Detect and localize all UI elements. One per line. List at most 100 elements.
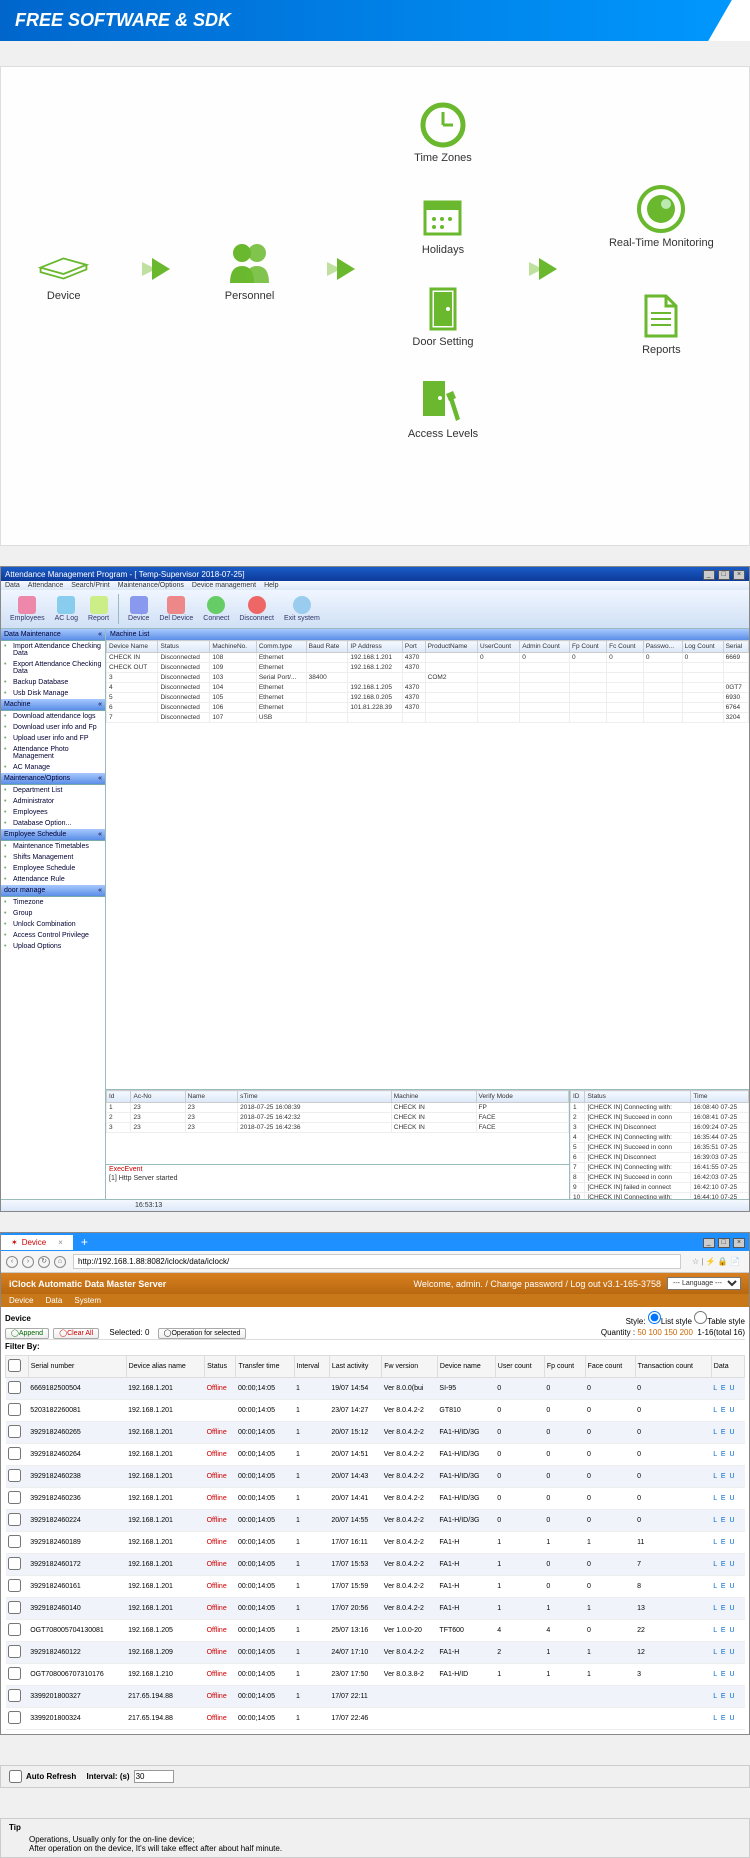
table-row[interactable]: OGT708006707310176192.168.1.210Offline00…: [6, 1664, 745, 1686]
sidebar-section-header[interactable]: door manage«: [1, 885, 105, 897]
column-header[interactable]: Admin Count: [520, 641, 570, 653]
table-row[interactable]: 5Disconnected105Ethernet192.168.0.205437…: [107, 693, 749, 703]
table-style-radio[interactable]: [694, 1311, 707, 1324]
column-header[interactable]: Name: [185, 1091, 238, 1103]
clear-button[interactable]: ◯Clear All: [53, 1328, 99, 1339]
table-row[interactable]: 6[CHECK IN] Disconnect16:39:03 07-25: [571, 1153, 749, 1163]
menu-item[interactable]: Maintenance/Options: [118, 582, 184, 589]
table-row[interactable]: 3929182460265192.168.1.201Offline00:00;1…: [6, 1422, 745, 1444]
column-header[interactable]: Verify Mode: [476, 1091, 568, 1103]
sidebar-item[interactable]: Database Option...: [1, 818, 105, 829]
table-row[interactable]: 3399201800327217.65.194.88Offline00:00;1…: [6, 1686, 745, 1708]
table-row[interactable]: 8[CHECK IN] Succeed in conn16:42:03 07-2…: [571, 1173, 749, 1183]
column-header[interactable]: Fw version: [382, 1356, 438, 1378]
column-header[interactable]: User count: [495, 1356, 544, 1378]
table-row[interactable]: 4[CHECK IN] Connecting with:16:35:44 07-…: [571, 1133, 749, 1143]
action-cell[interactable]: L E U: [711, 1576, 744, 1598]
close-button[interactable]: ×: [733, 570, 745, 580]
sidebar-item[interactable]: Usb Disk Manage: [1, 688, 105, 699]
sidebar-item[interactable]: Download attendance logs: [1, 711, 105, 722]
nav-item[interactable]: System: [74, 1296, 101, 1305]
column-header[interactable]: UserCount: [478, 641, 520, 653]
table-row[interactable]: 3929182460238192.168.1.201Offline00:00;1…: [6, 1466, 745, 1488]
row-checkbox[interactable]: [8, 1601, 21, 1614]
menu-item[interactable]: Device management: [192, 582, 256, 589]
toolbar-connect[interactable]: Connect: [203, 596, 229, 622]
sidebar-item[interactable]: Administrator: [1, 796, 105, 807]
row-checkbox[interactable]: [8, 1711, 21, 1724]
sidebar-item[interactable]: Upload user info and FP: [1, 733, 105, 744]
maximize-button[interactable]: □: [718, 570, 730, 580]
close-button[interactable]: ×: [733, 1238, 745, 1248]
toolbar-device[interactable]: Device: [128, 596, 149, 622]
row-checkbox[interactable]: [8, 1667, 21, 1680]
browser-tab[interactable]: ✶Device×: [1, 1235, 73, 1250]
language-select[interactable]: --- Language ---: [667, 1277, 741, 1290]
column-header[interactable]: IP Address: [348, 641, 402, 653]
column-header[interactable]: Baud Rate: [306, 641, 348, 653]
column-header[interactable]: Time: [691, 1091, 749, 1103]
table-row[interactable]: 3929182460122192.168.1.209Offline00:00;1…: [6, 1642, 745, 1664]
table-row[interactable]: 3[CHECK IN] Disconnect16:09:24 07-25: [571, 1123, 749, 1133]
column-header[interactable]: Log Count: [682, 641, 723, 653]
table-row[interactable]: 5[CHECK IN] Succeed in conn16:35:51 07-2…: [571, 1143, 749, 1153]
sidebar-item[interactable]: Import Attendance Checking Data: [1, 641, 105, 659]
column-header[interactable]: Interval: [294, 1356, 329, 1378]
column-header[interactable]: Face count: [585, 1356, 635, 1378]
sidebar-item[interactable]: Attendance Rule: [1, 874, 105, 885]
sidebar-item[interactable]: Attendance Photo Management: [1, 744, 105, 762]
interval-input[interactable]: [134, 1770, 174, 1783]
action-cell[interactable]: L E U: [711, 1400, 744, 1422]
table-row[interactable]: 10[CHECK IN] Connecting with:16:44:10 07…: [571, 1193, 749, 1200]
column-header[interactable]: Ac-No: [131, 1091, 185, 1103]
sidebar-item[interactable]: Timezone: [1, 897, 105, 908]
column-header[interactable]: Transfer time: [236, 1356, 294, 1378]
toolbar-employees[interactable]: Employees: [10, 596, 45, 622]
table-row[interactable]: 9[CHECK IN] failed in connect16:42:10 07…: [571, 1183, 749, 1193]
table-row[interactable]: 6Disconnected106Ethernet101.81.228.39437…: [107, 703, 749, 713]
column-header[interactable]: Status: [585, 1091, 691, 1103]
row-checkbox[interactable]: [8, 1645, 21, 1658]
column-header[interactable]: Status: [158, 641, 210, 653]
auto-refresh-checkbox[interactable]: [9, 1770, 22, 1783]
table-row[interactable]: 3929182460140192.168.1.201Offline00:00;1…: [6, 1598, 745, 1620]
toolbar-exit-system[interactable]: Exit system: [284, 596, 320, 622]
column-header[interactable]: Transaction count: [635, 1356, 711, 1378]
device-table[interactable]: Serial numberDevice alias nameStatusTran…: [5, 1355, 745, 1730]
table-row[interactable]: CHECK OUTDisconnected109Ethernet192.168.…: [107, 663, 749, 673]
table-row[interactable]: 3Disconnected103Serial Port/...38400COM2: [107, 673, 749, 683]
action-cell[interactable]: L E U: [711, 1510, 744, 1532]
table-row[interactable]: 3399201800324217.65.194.88Offline00:00;1…: [6, 1708, 745, 1730]
sidebar-section-header[interactable]: Maintenance/Options«: [1, 773, 105, 785]
row-checkbox[interactable]: [8, 1579, 21, 1592]
list-style-radio[interactable]: [648, 1311, 661, 1324]
log-grid[interactable]: IdAc-NoNamesTimeMachineVerify Mode123232…: [106, 1090, 569, 1164]
table-row[interactable]: CHECK INDisconnected108Ethernet192.168.1…: [107, 653, 749, 663]
table-row[interactable]: 3929182460264192.168.1.201Offline00:00;1…: [6, 1444, 745, 1466]
operation-button[interactable]: ◯Operation for selected: [158, 1328, 247, 1339]
machine-list-grid[interactable]: Device NameStatusMachineNo.Comm.typeBaud…: [106, 640, 749, 1089]
sidebar-item[interactable]: AC Manage: [1, 762, 105, 773]
column-header[interactable]: Port: [402, 641, 425, 653]
table-row[interactable]: 3929182460189192.168.1.201Offline00:00;1…: [6, 1532, 745, 1554]
column-header[interactable]: Last activity: [329, 1356, 381, 1378]
column-header[interactable]: Data: [711, 1356, 744, 1378]
toolbar-ac-log[interactable]: AC Log: [55, 596, 78, 622]
column-header[interactable]: Serial: [723, 641, 748, 653]
column-header[interactable]: [6, 1356, 29, 1378]
action-cell[interactable]: L E U: [711, 1554, 744, 1576]
maximize-button[interactable]: □: [718, 1238, 730, 1248]
sidebar-item[interactable]: Shifts Management: [1, 852, 105, 863]
table-row[interactable]: 223232018-07-25 16:42:32CHECK INFACE: [107, 1113, 569, 1123]
status-grid[interactable]: IDStatusTime1[CHECK IN] Connecting with:…: [570, 1090, 749, 1199]
column-header[interactable]: Serial number: [28, 1356, 126, 1378]
column-header[interactable]: ID: [571, 1091, 585, 1103]
table-row[interactable]: 3929182460236192.168.1.201Offline00:00;1…: [6, 1488, 745, 1510]
sidebar-item[interactable]: Department List: [1, 785, 105, 796]
action-cell[interactable]: L E U: [711, 1488, 744, 1510]
forward-button[interactable]: ›: [22, 1256, 34, 1268]
toolbar-report[interactable]: Report: [88, 596, 109, 622]
sidebar-item[interactable]: Maintenance Timetables: [1, 841, 105, 852]
action-cell[interactable]: L E U: [711, 1642, 744, 1664]
menu-item[interactable]: Data: [5, 582, 20, 589]
